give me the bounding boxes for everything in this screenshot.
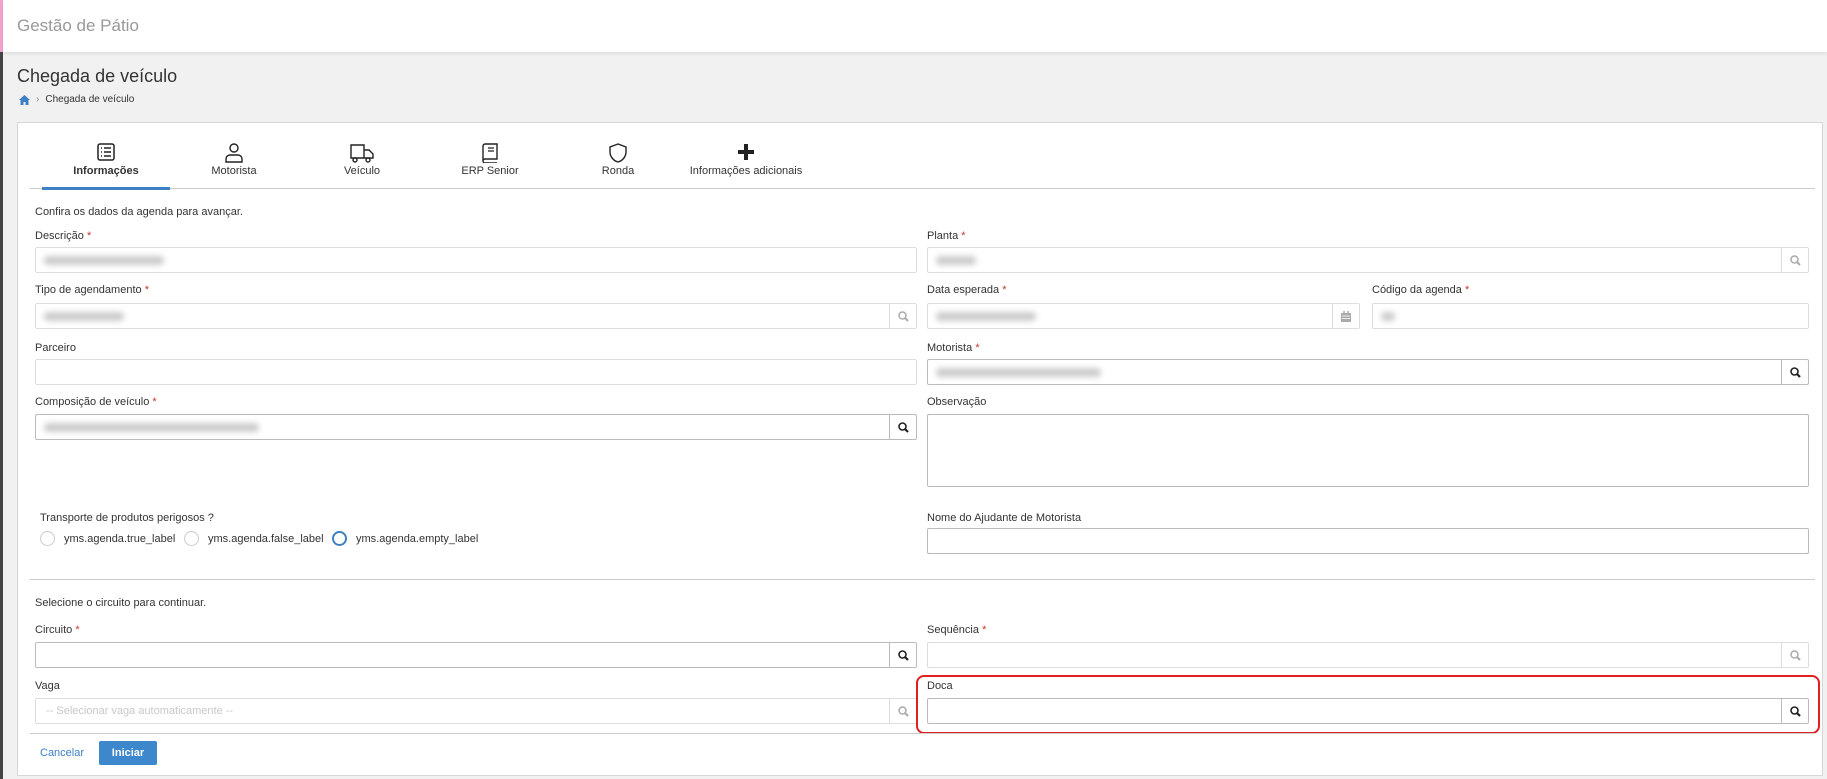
observacao-label: Observação — [927, 396, 987, 408]
tab-label: Veículo — [343, 165, 381, 177]
list-icon — [97, 143, 115, 161]
search-icon — [897, 649, 909, 661]
tab-informacoes[interactable]: Informações — [42, 123, 170, 190]
tipo-input[interactable] — [35, 303, 917, 329]
radio-false[interactable]: yms.agenda.false_label — [184, 531, 324, 546]
tab-veiculo[interactable]: Veículo — [298, 123, 426, 189]
breadcrumb-item: Chegada de veículo — [45, 94, 135, 105]
ajudante-label: Nome do Ajudante de Motorista — [927, 512, 1082, 524]
search-icon — [897, 310, 909, 322]
transporte-label: Transporte de produtos perigosos ? — [40, 512, 214, 524]
radio-circle[interactable] — [332, 531, 347, 546]
composicao-search-button[interactable] — [889, 415, 916, 439]
search-icon — [897, 705, 909, 717]
calendar-icon — [1341, 310, 1351, 322]
doca-highlight-box — [916, 675, 1820, 734]
breadcrumb: › Chegada de veículo — [19, 94, 134, 105]
tab-ronda[interactable]: Ronda — [554, 123, 682, 189]
tab-motorista[interactable]: Motorista — [170, 123, 298, 189]
shield-icon — [609, 143, 627, 163]
radio-circle[interactable] — [40, 531, 55, 546]
search-icon — [1789, 254, 1801, 266]
vaga-select[interactable]: -- Selecionar vaga automaticamente -- — [35, 698, 917, 724]
tab-label: Motorista — [211, 165, 257, 177]
sequencia-label: Sequência * — [927, 624, 987, 636]
search-icon — [897, 421, 909, 433]
codigo-label: Código da agenda * — [1372, 284, 1470, 296]
book-icon — [482, 143, 498, 163]
codigo-input[interactable] — [1372, 303, 1809, 329]
descricao-label: Descrição * — [35, 230, 92, 242]
search-icon — [1789, 649, 1801, 661]
radio-true[interactable]: yms.agenda.true_label — [40, 531, 175, 546]
search-icon — [1789, 366, 1801, 378]
form-card: Informações Motorista Veículo ERP Senior… — [17, 122, 1823, 776]
vaga-placeholder: -- Selecionar vaga automaticamente -- — [46, 705, 234, 717]
circuito-label: Circuito * — [35, 624, 80, 636]
parceiro-label: Parceiro — [35, 342, 76, 354]
circuito-search-button[interactable] — [889, 643, 916, 667]
circuito-input[interactable] — [35, 642, 917, 668]
ajudante-input[interactable] — [927, 528, 1809, 554]
radio-empty[interactable]: yms.agenda.empty_label — [332, 531, 478, 546]
window-edge — [0, 52, 3, 779]
tab-label: Informações — [73, 165, 139, 177]
tipo-label: Tipo de agendamento * — [35, 284, 149, 296]
cancel-button[interactable]: Cancelar — [40, 747, 84, 759]
planta-search-button[interactable] — [1781, 248, 1808, 272]
sequencia-input[interactable] — [927, 642, 1809, 668]
app-title: Gestão de Pátio — [17, 16, 139, 35]
chevron-right-icon: › — [36, 94, 40, 105]
footer-divider — [30, 733, 1815, 734]
vaga-search-button[interactable] — [889, 699, 916, 723]
motorista-search-button[interactable] — [1781, 360, 1808, 384]
planta-label: Planta * — [927, 230, 966, 242]
user-icon — [225, 143, 243, 163]
descricao-input[interactable] — [35, 247, 917, 273]
truck-icon — [350, 144, 374, 163]
data-esperada-input[interactable] — [927, 303, 1360, 329]
tab-label: ERP Senior — [461, 165, 519, 177]
start-button[interactable]: Iniciar — [99, 741, 157, 765]
tab-label: Ronda — [601, 165, 635, 177]
tab-erp-senior[interactable]: ERP Senior — [426, 123, 554, 189]
tipo-search-button[interactable] — [889, 304, 916, 328]
calendar-button[interactable] — [1332, 304, 1359, 328]
data-esperada-label: Data esperada * — [927, 284, 1007, 296]
motorista-label: Motorista * — [927, 342, 980, 354]
planta-input[interactable] — [927, 247, 1809, 273]
observacao-textarea[interactable] — [927, 414, 1809, 487]
tab-label: Informações adicionais — [689, 165, 803, 177]
parceiro-input[interactable] — [35, 359, 917, 385]
section-divider — [30, 579, 1815, 580]
sequencia-search-button[interactable] — [1781, 643, 1808, 667]
radio-circle[interactable] — [184, 531, 199, 546]
vaga-label: Vaga — [35, 680, 60, 692]
home-icon[interactable] — [19, 94, 30, 105]
page-title: Chegada de veículo — [17, 66, 178, 86]
circuit-intro: Selecione o circuito para continuar. — [35, 597, 207, 609]
composicao-label: Composição de veículo * — [35, 396, 157, 408]
tab-bar: Informações Motorista Veículo ERP Senior… — [30, 123, 1815, 190]
form-intro: Confira os dados da agenda para avançar. — [35, 206, 243, 218]
composicao-input[interactable] — [35, 414, 917, 440]
plus-icon — [738, 144, 754, 160]
app-header: Gestão de Pátio — [3, 0, 1827, 52]
motorista-input[interactable] — [927, 359, 1809, 385]
tab-informacoes-adicionais[interactable]: Informações adicionais — [682, 123, 810, 189]
